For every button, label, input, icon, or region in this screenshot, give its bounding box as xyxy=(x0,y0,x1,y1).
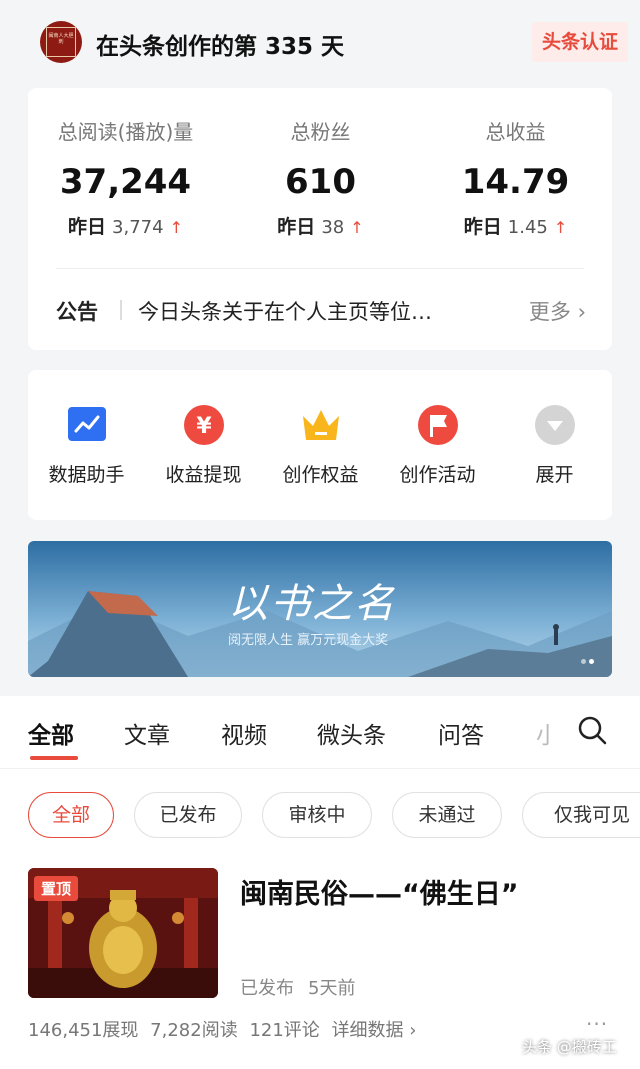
divider xyxy=(56,268,584,269)
yesterday-label: 昨日 xyxy=(463,216,502,238)
tool-label: 数据助手 xyxy=(48,464,125,486)
article-status: 已发布 xyxy=(240,978,294,999)
article-thumbnail[interactable]: 置顶 xyxy=(28,868,218,998)
reads: 7,282阅读 xyxy=(150,1020,238,1041)
filter-all[interactable]: 全部 xyxy=(28,792,114,838)
svg-text:¥: ¥ xyxy=(196,414,212,439)
carousel-dot-active xyxy=(589,659,594,664)
notice-text[interactable]: 今日头条关于在个人主页等位… xyxy=(138,296,478,326)
filter-private[interactable]: 仅我可见 xyxy=(522,792,640,838)
header: 闽南人大胆刺 在头条创作的第 335 天 头条认证 xyxy=(0,0,640,84)
stat-yesterday: 昨日 3,774 ↑ xyxy=(28,212,223,239)
flag-icon xyxy=(418,405,458,445)
notice-more-link[interactable]: 更多 › xyxy=(529,296,586,326)
promo-banner[interactable]: 以书之名 阅无限人生 赢万元现金大奖 xyxy=(28,541,612,677)
pinned-badge: 置顶 xyxy=(34,876,79,901)
content-area: 全部 文章 视频 微头条 问答 小 全部 已发布 审核中 未通过 仅我可见 置顶… xyxy=(0,696,640,1069)
arrow-up-icon: ↑ xyxy=(553,218,568,237)
tool-label: 展开 xyxy=(535,464,574,486)
article-meta: 已发布 5天前 xyxy=(240,974,355,1000)
banner-subtitle: 阅无限人生 赢万元现金大奖 xyxy=(228,633,389,648)
tab-articles[interactable]: 文章 xyxy=(124,716,170,750)
yesterday-label: 昨日 xyxy=(67,216,106,238)
filter-reviewing[interactable]: 审核中 xyxy=(262,792,372,838)
stat-value: 37,244 xyxy=(59,162,192,202)
tab-videos[interactable]: 视频 xyxy=(221,716,267,750)
chevron-down-icon xyxy=(535,405,575,445)
details-link[interactable]: 详细数据 › xyxy=(332,1020,417,1041)
carousel-dot xyxy=(581,659,586,664)
notice-separator xyxy=(120,300,122,320)
avatar-seal: 闽南人大胆刺 xyxy=(46,27,76,57)
stat-label: 总粉丝 xyxy=(290,120,351,144)
tab-micro-posts[interactable]: 微头条 xyxy=(317,716,386,750)
stats-card: 总阅读(播放)量 37,244 昨日 3,774 ↑ 总粉丝 610 昨日 38… xyxy=(28,88,612,350)
comments: 121评论 xyxy=(249,1020,320,1041)
stat-value: 610 xyxy=(285,162,356,202)
yesterday-value: 1.45 xyxy=(507,217,548,238)
tool-label: 创作权益 xyxy=(282,464,359,486)
tools-card: 数据助手 ¥ 收益提现 创作权益 创作活动 展开 xyxy=(28,370,612,520)
notice-label: 公告 xyxy=(56,300,98,324)
tool-label: 创作活动 xyxy=(399,464,476,486)
watermark: 头条 @搬砖工 xyxy=(522,1038,617,1056)
stat-label: 总收益 xyxy=(485,120,546,144)
stat-yesterday: 昨日 38 ↑ xyxy=(223,212,418,239)
yesterday-value: 38 xyxy=(321,217,345,238)
arrow-up-icon: ↑ xyxy=(169,218,184,237)
avatar[interactable]: 闽南人大胆刺 xyxy=(40,21,82,63)
yesterday-value: 3,774 xyxy=(112,217,164,238)
verify-button[interactable]: 头条认证 xyxy=(531,22,628,62)
banner-title: 以书之名 xyxy=(228,581,396,627)
more-options-icon[interactable]: ··· xyxy=(586,1012,608,1036)
article-title[interactable]: 闽南民俗——“佛生日” xyxy=(240,872,519,911)
stat-yesterday: 昨日 1.45 ↑ xyxy=(418,212,613,239)
tab-more-clipped[interactable]: 小 xyxy=(536,716,550,750)
arrow-up-icon: ↑ xyxy=(350,218,364,237)
tool-label: 收益提现 xyxy=(165,464,242,486)
active-tab-indicator xyxy=(30,756,78,760)
carousel-dots xyxy=(578,649,594,668)
tab-all[interactable]: 全部 xyxy=(28,716,74,750)
creation-days-title: 在头条创作的第 335 天 xyxy=(96,34,345,60)
crown-icon xyxy=(303,410,339,440)
yesterday-label: 昨日 xyxy=(277,216,316,238)
chart-trend-icon xyxy=(68,407,106,441)
yen-icon: ¥ xyxy=(184,405,224,445)
article-stats: 146,451展现 7,282阅读 121评论 详细数据 › xyxy=(28,1016,422,1042)
stat-value: 14.79 xyxy=(461,162,570,202)
article-time: 5天前 xyxy=(308,978,356,999)
impressions: 146,451展现 xyxy=(28,1020,139,1041)
search-icon[interactable] xyxy=(576,714,608,746)
stat-label: 总阅读(播放)量 xyxy=(57,120,194,144)
filter-rejected[interactable]: 未通过 xyxy=(392,792,502,838)
divider xyxy=(0,768,640,769)
filter-published[interactable]: 已发布 xyxy=(134,792,242,838)
tab-qa[interactable]: 问答 xyxy=(438,716,484,750)
